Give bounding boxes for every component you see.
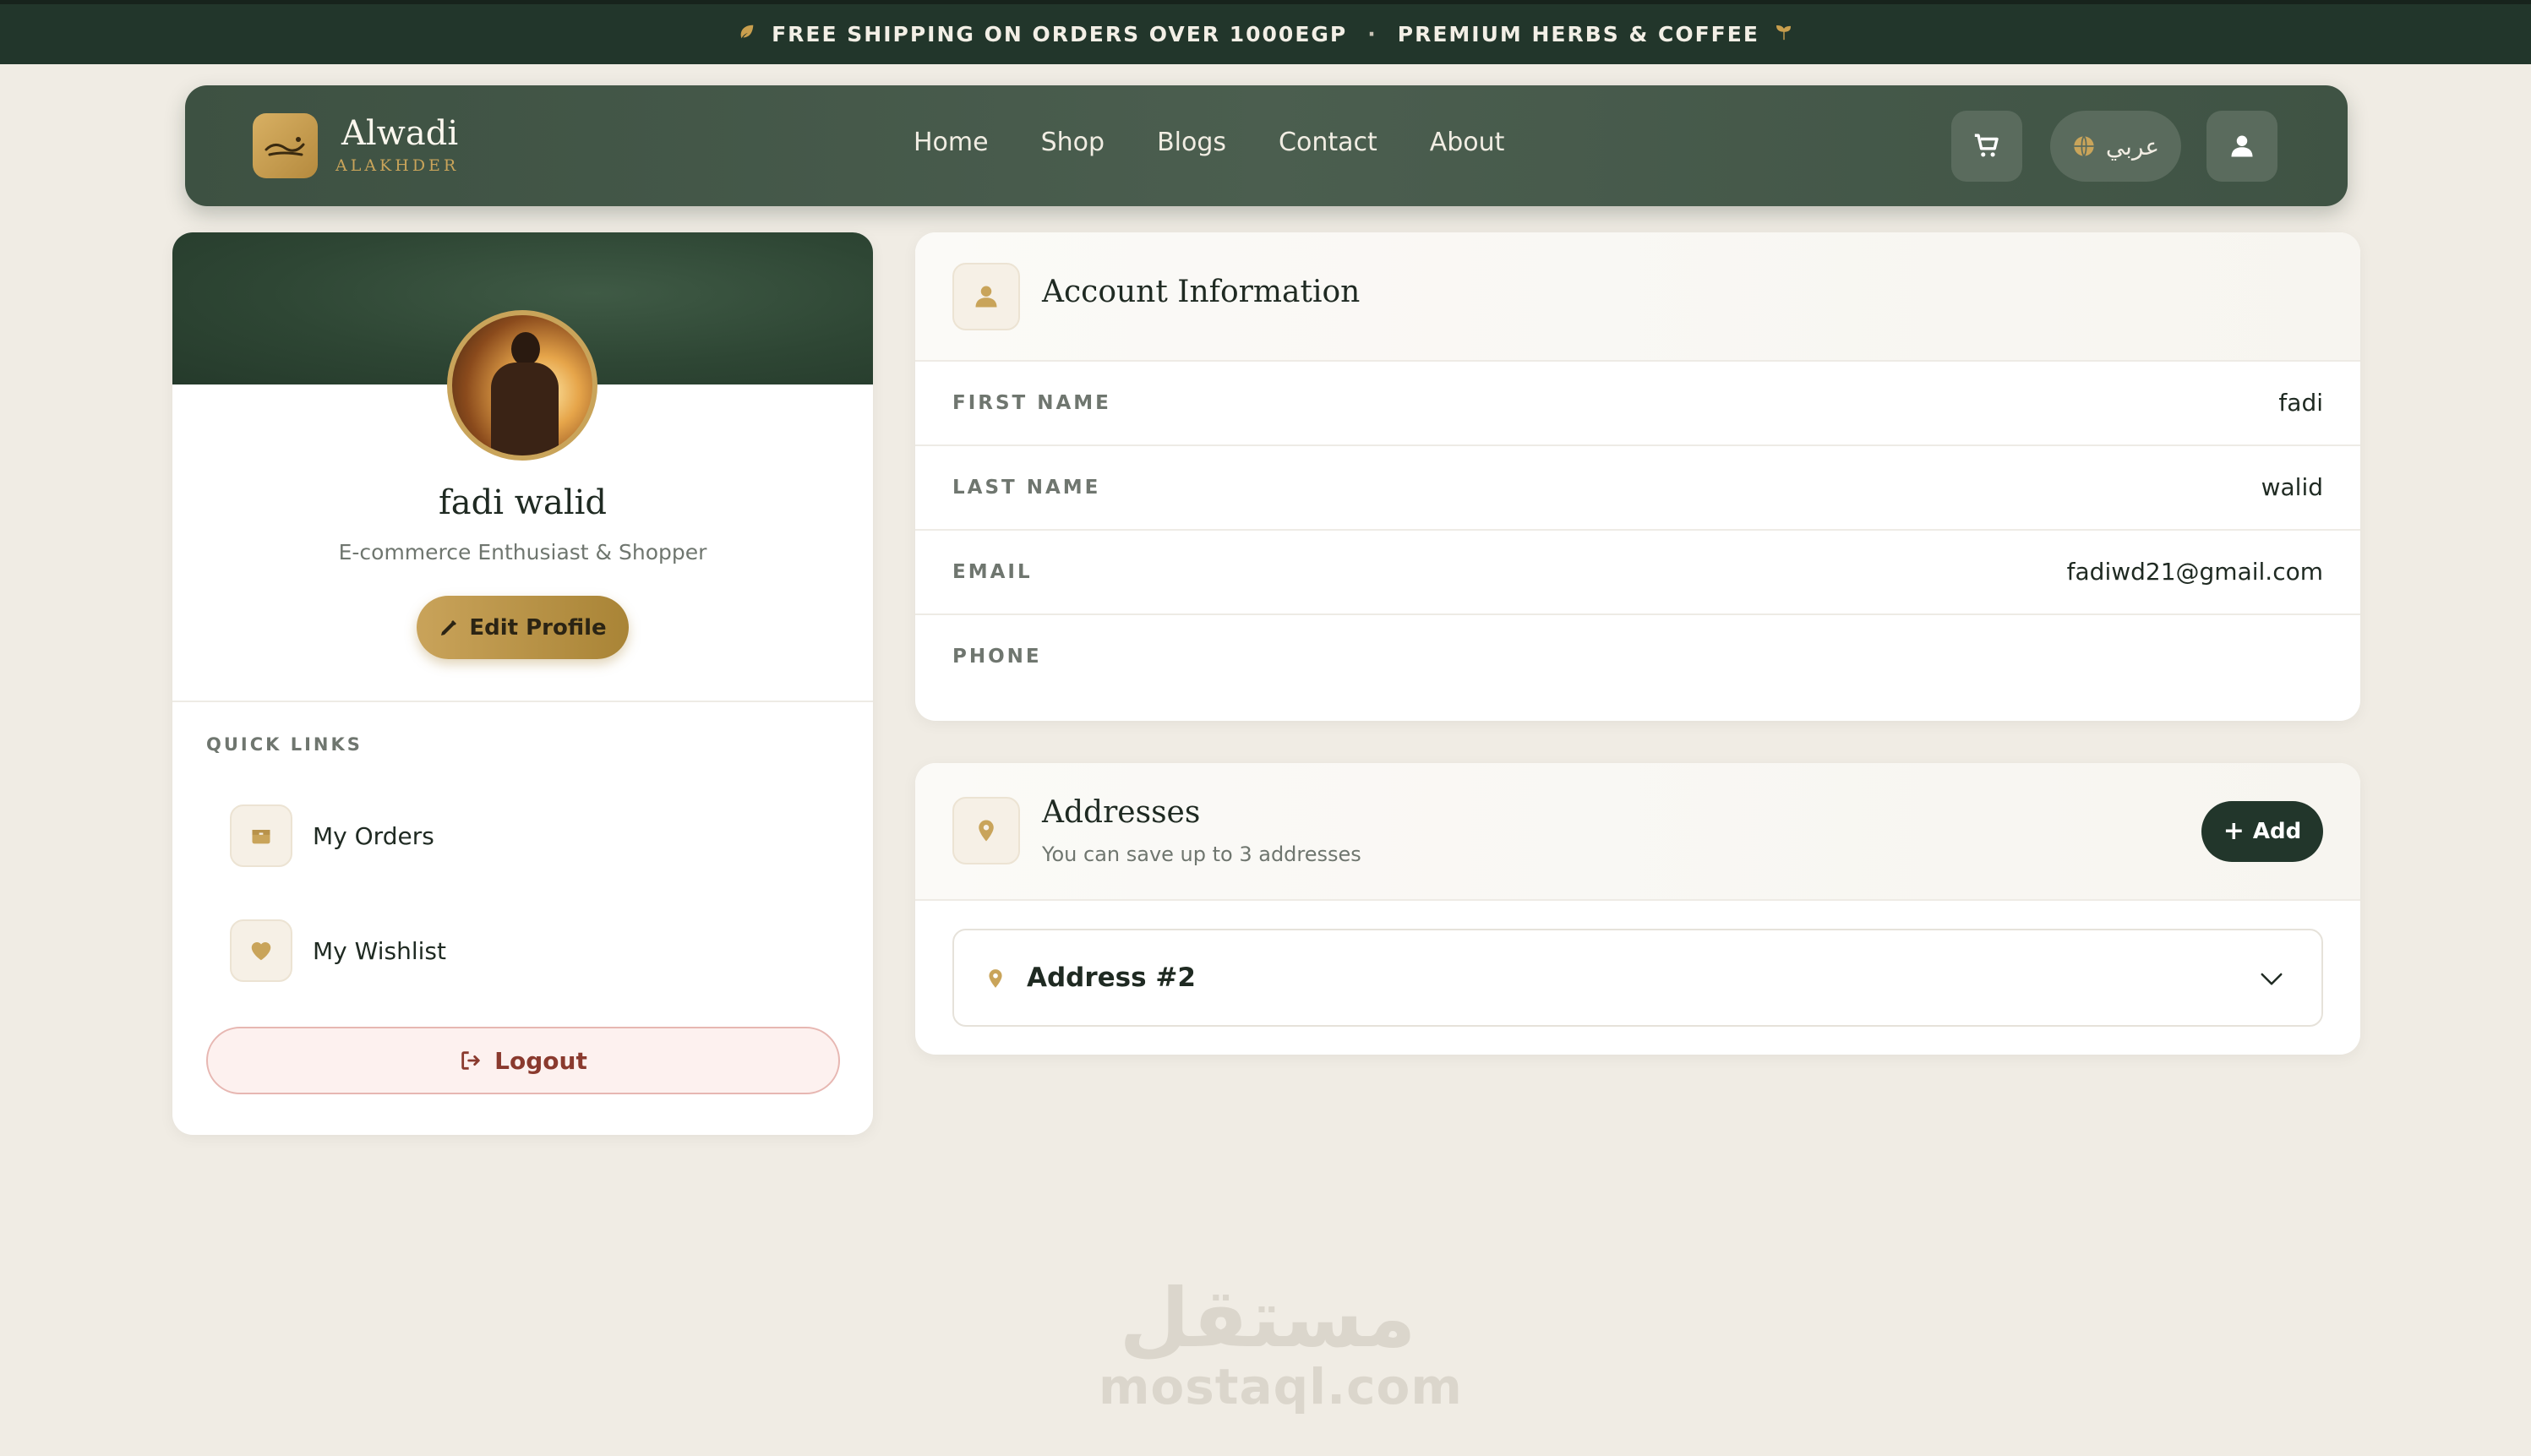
pencil-icon [441, 619, 457, 635]
announcement-bar: FREE SHIPPING ON ORDERS OVER 1000EGP · P… [0, 0, 2531, 64]
user-icon [952, 263, 1020, 330]
address-accordion-item[interactable]: Address #2 [952, 929, 2323, 1027]
announcement-right: PREMIUM HERBS & COFFEE [1397, 22, 1759, 46]
brand-logo[interactable] [253, 113, 318, 178]
chevron-down-icon[interactable] [2256, 966, 2288, 991]
watermark-arabic: مستقل [1119, 1271, 1416, 1366]
logo-calligraphy-icon [265, 136, 304, 155]
profile-card: fadi walid E-commerce Enthusiast & Shopp… [172, 232, 873, 1135]
edit-profile-button[interactable]: Edit Profile [417, 596, 629, 659]
account-info-title: Account Information [1042, 275, 1361, 309]
quick-link-wishlist-label: My Wishlist [313, 936, 446, 965]
last-name-value: walid [2261, 473, 2323, 501]
globe-icon [2074, 135, 2094, 157]
language-label: عربي [2105, 132, 2160, 161]
address-name: Address #2 [1027, 962, 1196, 993]
last-name-label: LAST NAME [952, 477, 1101, 499]
cart-button[interactable] [1951, 111, 2022, 182]
heart-icon [230, 919, 292, 982]
watermark-latin: mostaql.com [1099, 1358, 1463, 1415]
profile-name: fadi walid [438, 483, 608, 522]
first-name-row: FIRST NAME fadi [915, 362, 2360, 446]
announcement-separator: · [1367, 22, 1377, 46]
quick-links-title: QUICK LINKS [206, 734, 363, 755]
logout-button[interactable]: Logout [206, 1027, 840, 1094]
addresses-subtitle: You can save up to 3 addresses [1042, 843, 1361, 866]
first-name-value: fadi [2278, 389, 2323, 417]
plus-icon: + [2223, 816, 2245, 846]
account-info-header: Account Information [915, 232, 2360, 362]
cart-icon [1974, 134, 1999, 157]
addresses-title: Addresses [1042, 795, 1201, 830]
edit-profile-label: Edit Profile [469, 614, 607, 641]
last-name-row: LAST NAME walid [915, 446, 2360, 531]
nav-link-home[interactable]: Home [914, 128, 989, 157]
leaf-icon [738, 23, 756, 46]
divider [172, 701, 873, 702]
location-pin-icon [989, 969, 1002, 988]
add-address-button[interactable]: + Add [2201, 801, 2323, 862]
profile-role: E-commerce Enthusiast & Shopper [338, 540, 707, 564]
email-label: EMAIL [952, 561, 1033, 583]
nav-link-about[interactable]: About [1430, 128, 1505, 157]
email-value: fadiwd21@gmail.com [2066, 558, 2323, 586]
announcement-left: FREE SHIPPING ON ORDERS OVER 1000EGP [772, 22, 1348, 46]
quick-link-orders[interactable]: My Orders [230, 804, 821, 868]
main-navbar: Alwadi ALAKHDER Home Shop Blogs Contact … [185, 85, 2348, 206]
account-button[interactable] [2206, 111, 2277, 182]
logout-icon [461, 1051, 480, 1070]
user-icon [2231, 135, 2253, 157]
quick-link-wishlist[interactable]: My Wishlist [230, 919, 821, 983]
nav-links: Home Shop Blogs Contact About [914, 128, 1557, 157]
nav-link-contact[interactable]: Contact [1279, 128, 1377, 157]
phone-row: PHONE [915, 615, 2360, 700]
box-icon [230, 804, 292, 867]
phone-label: PHONE [952, 646, 1042, 668]
nav-link-blogs[interactable]: Blogs [1157, 128, 1226, 157]
addresses-header: Addresses You can save up to 3 addresses… [915, 763, 2360, 901]
email-row: EMAIL fadiwd21@gmail.com [915, 531, 2360, 615]
logout-label: Logout [494, 1046, 587, 1075]
first-name-label: FIRST NAME [952, 392, 1111, 414]
sprout-icon [1775, 23, 1793, 46]
location-pin-icon [952, 797, 1020, 864]
add-address-label: Add [2252, 819, 2302, 844]
avatar[interactable] [447, 310, 597, 461]
brand-name[interactable]: Alwadi [341, 114, 458, 153]
watermark-logo: مستقل mostaql.com [1099, 1271, 1463, 1415]
account-info-card: Account Information FIRST NAME fadi LAST… [915, 232, 2360, 721]
language-toggle[interactable]: عربي [2050, 111, 2181, 182]
brand-subtitle: ALAKHDER [335, 156, 460, 175]
nav-link-shop[interactable]: Shop [1041, 128, 1105, 157]
addresses-card: Addresses You can save up to 3 addresses… [915, 763, 2360, 1055]
quick-link-orders-label: My Orders [313, 821, 434, 850]
